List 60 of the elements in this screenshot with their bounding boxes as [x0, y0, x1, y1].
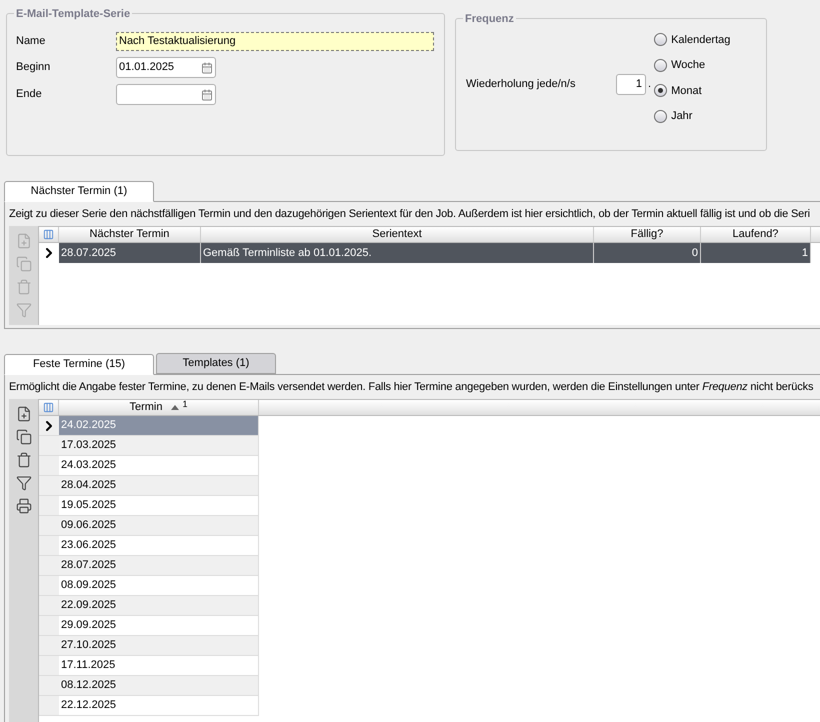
table-cell: 19.05.2025 [59, 496, 259, 516]
table-cell: 0 [594, 243, 701, 263]
radio-label[interactable]: Jahr [671, 108, 692, 124]
radio-label[interactable]: Woche [671, 57, 706, 74]
table-cell: 08.09.2025 [59, 576, 259, 596]
sort-ascending-icon [170, 405, 178, 410]
interval-field[interactable]: 1 [616, 74, 646, 95]
table-cell: 28.07.2025 [59, 243, 201, 263]
table-cell: 22.09.2025 [59, 596, 259, 616]
description-text: Zeigt zu dieser Serie den nächstfälligen Termin und den dazugehörigen Serientext für den Job. Außerdem ist hier ersichtlich, ob der Termin aktuell fällig ist und ob die Seri [9, 206, 810, 222]
table-cell: 1 [701, 243, 811, 263]
table-cell: 23.06.2025 [59, 536, 259, 556]
copy-icon[interactable] [14, 428, 32, 446]
table-cell: 08.12.2025 [59, 676, 259, 696]
description-text: Ermöglicht die Angabe fester Termine, zu denen E-Mails versendet werden. Falls hier Termine angegeben wurden, werden die Einstellungen unter Frequenz nicht berücks [9, 380, 814, 395]
group-title: Frequenz [463, 11, 516, 28]
field-value: 01.01.2025 [119, 60, 176, 76]
field-label: Name [16, 34, 46, 50]
calendar-icon[interactable] [201, 88, 213, 100]
printer-icon[interactable] [14, 497, 32, 515]
column-header[interactable]: Fällig? [594, 227, 701, 242]
group-title: E-Mail-Template-Serie [14, 6, 132, 22]
trash-icon[interactable] [14, 451, 32, 469]
tab[interactable]: Nächster Termin (1) [4, 181, 154, 202]
table-cell: 17.11.2025 [59, 656, 259, 676]
filter-icon[interactable] [14, 474, 32, 492]
sort-index: 1 [182, 398, 188, 412]
table-cell: 29.09.2025 [59, 616, 259, 636]
interval-suffix: . [648, 77, 652, 92]
column-chooser-icon[interactable] [43, 402, 54, 413]
tab[interactable]: Templates (1) [156, 353, 276, 374]
column-header[interactable]: Nächster Termin [59, 227, 201, 242]
column-chooser-icon[interactable] [43, 229, 54, 240]
table-cell: 24.02.2025 [59, 416, 259, 436]
text-field[interactable]: Nach Testaktualisierung [116, 32, 434, 51]
table-cell: 28.04.2025 [59, 476, 259, 496]
table-cell: 28.07.2025 [59, 556, 259, 576]
table-cell: 27.10.2025 [59, 636, 259, 656]
radio-label[interactable]: Monat [671, 82, 702, 99]
date-field[interactable]: 01.01.2025 [116, 57, 216, 78]
table-cell: Gemäß Terminliste ab 01.01.2025. [201, 243, 594, 263]
calendar-icon[interactable] [201, 62, 213, 74]
table-cell: 09.06.2025 [59, 516, 259, 536]
table-cell: 17.03.2025 [59, 436, 259, 456]
repeat-label: Wiederholung jede/n/s [466, 77, 576, 92]
radio-button[interactable] [654, 84, 668, 98]
radio-button[interactable] [654, 58, 668, 72]
column-header[interactable]: Serientext [201, 227, 594, 242]
field-label: Beginn [16, 60, 52, 76]
row-header[interactable] [39, 416, 59, 436]
radio-button[interactable] [654, 110, 668, 123]
radio-button[interactable] [654, 33, 668, 46]
tab[interactable]: Feste Termine (15) [4, 354, 154, 375]
table-cell: 24.03.2025 [59, 456, 259, 476]
table-cell: 22.12.2025 [59, 696, 259, 716]
radio-label[interactable]: Kalendertag [671, 32, 730, 48]
column-title: Termin [129, 400, 162, 416]
field-label: Ende [16, 87, 43, 102]
column-header[interactable]: Laufend? [701, 227, 811, 242]
date-field[interactable] [116, 84, 216, 105]
